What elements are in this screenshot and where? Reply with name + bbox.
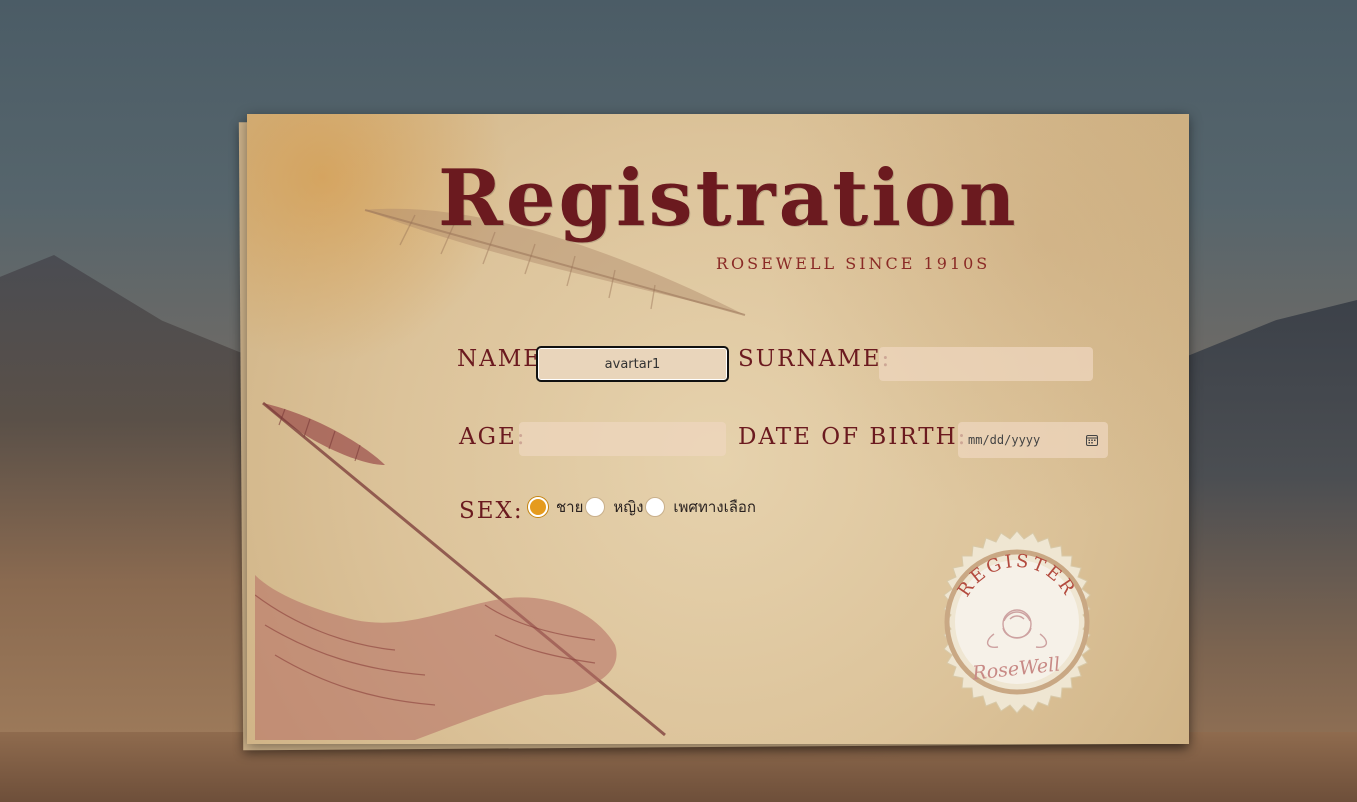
sex-radio-group: ชาย หญิง เพศทางเลือก: [528, 495, 756, 519]
surname-input[interactable]: [879, 347, 1093, 381]
surname-label: SURNAME:: [738, 346, 892, 372]
dob-label: DATE OF BIRTH:: [738, 424, 968, 450]
background-hills-right: [1177, 300, 1357, 802]
dob-input[interactable]: mm/dd/yyyy: [958, 422, 1108, 458]
age-input[interactable]: [519, 422, 726, 456]
calendar-icon[interactable]: [1086, 434, 1098, 446]
radio-male-label: ชาย: [556, 498, 584, 516]
page-subtitle: ROSEWELL SINCE 1910S: [716, 254, 991, 273]
radio-male[interactable]: [528, 497, 548, 517]
radio-alternative[interactable]: [645, 497, 666, 517]
background-hills-left: [0, 255, 270, 802]
page-title: Registration: [438, 153, 1019, 244]
name-input[interactable]: [536, 346, 729, 382]
age-label: AGE:: [459, 424, 527, 450]
radio-female-label: หญิง: [613, 498, 644, 516]
radio-alternative-label: เพศทางเลือก: [673, 498, 756, 516]
rose-seal-icon: REGISTER RoseWell: [943, 530, 1091, 714]
sex-label: SEX:: [459, 498, 524, 524]
radio-female[interactable]: [585, 497, 606, 517]
dob-placeholder: mm/dd/yyyy: [968, 433, 1041, 447]
